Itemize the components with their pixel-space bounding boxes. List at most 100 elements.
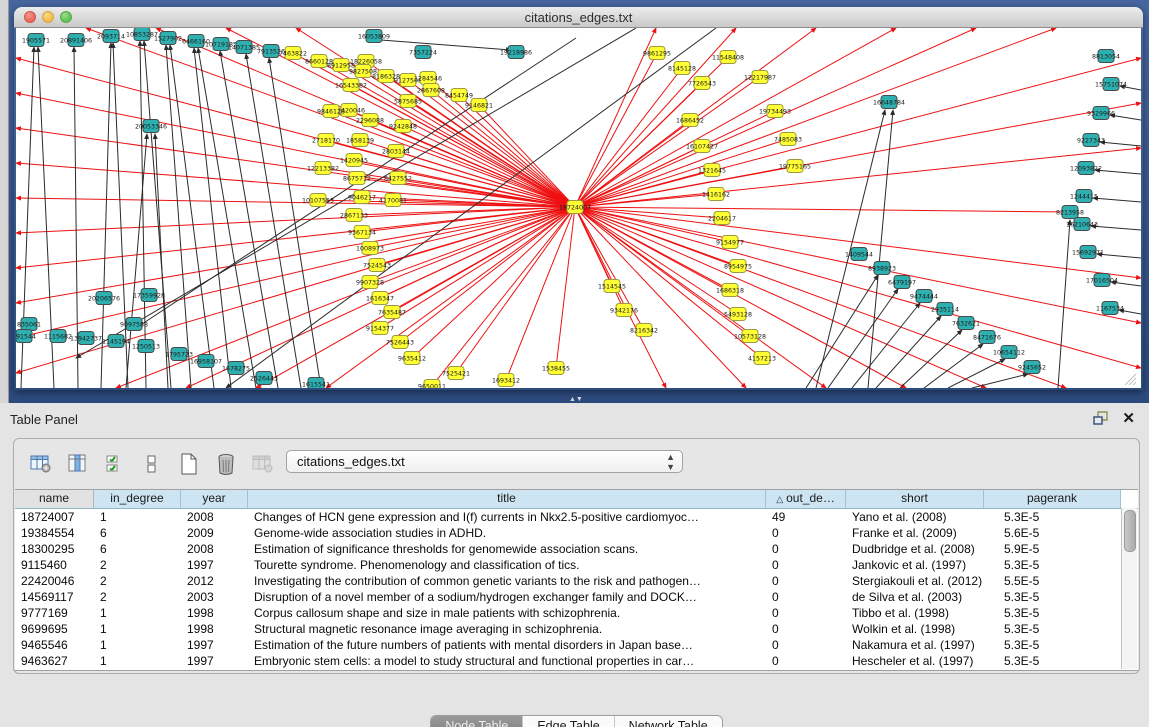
graph-node[interactable]: 835061 [17, 318, 41, 331]
graph-node[interactable]: 11548408 [712, 51, 744, 64]
tab-edge-table[interactable]: Edge Table [523, 716, 614, 727]
column-header-short[interactable]: short [846, 490, 984, 508]
graph-node[interactable]: 19218986 [500, 46, 532, 59]
graph-node[interactable]: 7526443 [386, 336, 414, 349]
graph-node[interactable]: 20206576 [88, 292, 120, 305]
table-row[interactable]: 1938455462009Genome-wide association stu… [15, 525, 1138, 541]
graph-node[interactable]: 2935114 [931, 303, 959, 316]
graph-node[interactable]: 9154977 [716, 236, 744, 249]
table-row[interactable]: 2242004622012Investigating the contribut… [15, 573, 1138, 589]
graph-node[interactable]: 7632621 [952, 317, 980, 330]
import-table-button-disabled[interactable] [250, 451, 276, 477]
graph-node[interactable]: 1693412 [492, 374, 520, 387]
network-canvas[interactable]: 1905571208914062093714108532871527902646… [16, 28, 1141, 388]
graph-node[interactable]: 9635412 [398, 352, 426, 365]
network-window-titlebar[interactable]: citations_edges.txt [14, 7, 1143, 28]
graph-node[interactable]: 1409544 [845, 248, 873, 261]
unselect-rows-button[interactable] [139, 451, 165, 477]
graph-node[interactable]: 1416162 [702, 188, 730, 201]
graph-node[interactable]: 1420945 [340, 154, 368, 167]
graph-node[interactable]: 1905571 [22, 34, 50, 47]
close-panel-icon[interactable]: ✕ [1122, 409, 1135, 427]
graph-node[interactable]: 1678275 [222, 362, 250, 375]
graph-node[interactable]: 2867608 [417, 84, 445, 97]
graph-node[interactable]: 2718170 [312, 134, 340, 147]
graph-node[interactable]: 9907328 [356, 276, 384, 289]
graph-node[interactable]: 1167534 [1096, 302, 1124, 315]
graph-node[interactable]: 9146821 [465, 99, 493, 112]
graph-node[interactable]: 1686452 [676, 114, 704, 127]
column-header-year[interactable]: year [181, 490, 248, 508]
table-row[interactable]: 977716911998Corpus callosum shape and si… [15, 605, 1138, 621]
graph-node[interactable]: 9227343 [1077, 134, 1105, 147]
node-table[interactable]: namein_degreeyeartitle△out_de…shortpager… [15, 489, 1138, 671]
graph-node[interactable]: 2803144 [382, 145, 410, 158]
citation-network-graph[interactable]: 1905571208914062093714108532871527902646… [16, 28, 1141, 388]
graph-node[interactable]: 8675712 [343, 172, 371, 185]
graph-node[interactable]: 20891406 [60, 34, 92, 47]
graph-node[interactable]: 2526443 [250, 372, 278, 385]
graph-node[interactable]: 16210643 [1066, 218, 1098, 231]
graph-node[interactable]: 17359928 [133, 289, 165, 302]
float-panel-icon[interactable] [1093, 411, 1109, 426]
scrollbar-thumb[interactable] [1124, 510, 1136, 552]
graph-node[interactable]: 9097588 [120, 318, 148, 331]
graph-node[interactable]: 10654112 [993, 346, 1025, 359]
table-row[interactable]: 946362711997Embryonic stem cells: a mode… [15, 653, 1138, 669]
table-row[interactable]: 969969511998Structural magnetic resonanc… [15, 621, 1138, 637]
graph-node[interactable]: 8938923 [868, 262, 896, 275]
graph-node[interactable]: 16107427 [686, 140, 718, 153]
table-selector-dropdown[interactable]: citations_edges.txt ▲▼ [286, 450, 683, 473]
graph-node[interactable]: 1250513 [132, 340, 160, 353]
table-row[interactable]: 946554611997Estimation of the future num… [15, 637, 1138, 653]
graph-node[interactable]: 6479197 [888, 276, 916, 289]
vertical-scrollbar[interactable] [1121, 508, 1137, 669]
graph-node[interactable]: 10573128 [734, 330, 766, 343]
graph-node[interactable]: 7357224 [409, 46, 437, 59]
graph-node[interactable]: 1244415 [1070, 190, 1098, 203]
graph-node[interactable]: 8213958 [1056, 206, 1084, 219]
graph-node[interactable]: 4157213 [748, 352, 776, 365]
column-header-name[interactable]: name [15, 490, 94, 508]
graph-node[interactable]: 17016504 [1086, 274, 1118, 287]
column-header-pagerank[interactable]: pagerank [984, 490, 1121, 508]
graph-node[interactable]: 15751074 [1095, 78, 1127, 91]
graph-node[interactable]: 19775165 [779, 160, 811, 173]
graph-node[interactable]: 1115682 [44, 330, 72, 343]
graph-node[interactable]: 7485083 [774, 133, 802, 146]
table-row[interactable]: 1872400712008Changes of HCN gene express… [15, 509, 1138, 525]
graph-node[interactable]: 20053346 [135, 120, 167, 133]
graph-node[interactable]: 8145128 [668, 62, 696, 75]
graph-node[interactable]: 1538455 [542, 362, 570, 375]
column-header-title[interactable]: title [248, 490, 766, 508]
select-all-rows-button[interactable] [102, 451, 128, 477]
graph-node[interactable]: 10107553 [302, 194, 334, 207]
graph-node[interactable]: 9650011 [418, 380, 446, 389]
graph-node[interactable]: 16543382 [335, 79, 367, 92]
graph-node[interactable]: 2867133 [340, 209, 368, 222]
graph-node[interactable]: 8454749 [445, 89, 473, 102]
graph-node[interactable]: 391544 [16, 330, 36, 343]
table-row[interactable]: 1456911722003Disruption of a novel membe… [15, 589, 1138, 605]
graph-node[interactable]: 12217987 [744, 71, 776, 84]
graph-node[interactable]: 9342176 [610, 304, 638, 317]
table-row[interactable]: 1830029562008Estimation of significance … [15, 541, 1138, 557]
graph-node[interactable]: 1686318 [716, 284, 744, 297]
graph-node[interactable]: 5875685 [394, 95, 422, 108]
graph-node[interactable]: 5493128 [724, 308, 752, 321]
new-column-button[interactable] [176, 451, 202, 477]
graph-node[interactable]: 9367134 [348, 226, 376, 239]
show-column-button[interactable] [65, 451, 91, 477]
graph-node[interactable]: 13942737 [70, 332, 102, 345]
column-header-out_de[interactable]: △out_de… [766, 490, 846, 508]
graph-node[interactable]: 1615541 [302, 378, 330, 389]
graph-node[interactable]: 19734493 [759, 105, 791, 118]
graph-node[interactable]: 9474444 [910, 290, 938, 303]
delete-column-button[interactable] [213, 451, 239, 477]
graph-node[interactable]: 16648784 [873, 96, 905, 109]
tab-node-table[interactable]: Node Table [431, 716, 523, 727]
graph-node[interactable]: 1527902 [154, 32, 182, 45]
graph-node[interactable]: 12093822 [1070, 162, 1102, 175]
graph-node[interactable]: 1321645 [698, 164, 726, 177]
graph-node[interactable]: 8471676 [973, 331, 1001, 344]
